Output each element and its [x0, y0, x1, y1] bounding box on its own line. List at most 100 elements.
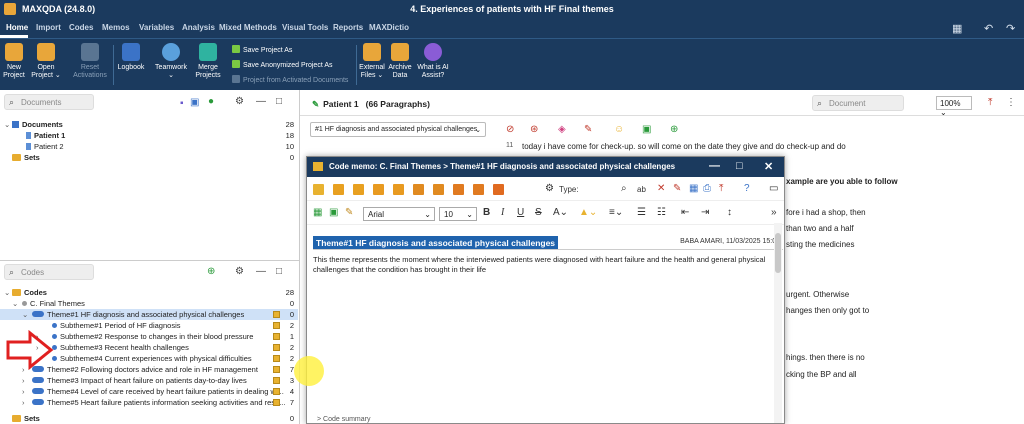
scrollbar-thumb[interactable] — [775, 233, 781, 273]
brush-icon[interactable]: ✎ — [345, 207, 353, 218]
expand-chevron-icon[interactable]: › — [22, 397, 25, 408]
external-files-button[interactable]: External Files ⌄ — [358, 43, 386, 80]
minimize-icon[interactable]: — — [256, 266, 266, 277]
code-with-icon[interactable]: ⊘ — [506, 124, 514, 135]
zoom-select[interactable]: 100% ⌄ — [936, 96, 972, 117]
tree-row-codes[interactable]: ⌄ Codes 28 — [0, 287, 298, 298]
memo-icon[interactable] — [273, 399, 280, 406]
memo-type-icon[interactable] — [413, 184, 424, 195]
archive-data-button[interactable]: Archive Data — [388, 43, 412, 80]
memo-icon[interactable] — [273, 388, 280, 395]
color-code-icon[interactable]: ⊛ — [530, 124, 538, 135]
merge-projects-button[interactable]: Merge Projects — [194, 43, 222, 80]
memo-type-icon[interactable] — [493, 184, 504, 195]
tree-row-theme-1[interactable]: ⌄ Theme#1 HF diagnosis and associated ph… — [0, 309, 298, 320]
tab-codes[interactable]: Codes — [69, 23, 93, 32]
tree-row-documents[interactable]: ⌄ Documents 28 — [0, 119, 298, 130]
tree-row-final-themes[interactable]: ⌄ C. Final Themes 0 — [0, 298, 298, 309]
delete-icon[interactable]: ✕ — [657, 183, 665, 194]
strikethrough-icon[interactable]: S — [535, 207, 542, 218]
memo-icon[interactable] — [273, 322, 280, 329]
pen-icon[interactable]: ✎ — [673, 183, 681, 194]
export-icon[interactable]: ⤒ — [988, 97, 992, 108]
memo-type-icon[interactable] — [473, 184, 484, 195]
gear-icon[interactable]: ⚙ — [545, 183, 554, 194]
color-grid-icon[interactable]: ▦ — [689, 183, 698, 194]
new-code-icon[interactable]: ⊕ — [207, 266, 215, 277]
memo-body-text[interactable]: This theme represents the moment where t… — [313, 255, 775, 275]
link-icon[interactable]: ⊕ — [670, 124, 678, 135]
tree-row-patient-1[interactable]: Patient 1 18 — [0, 130, 298, 141]
gear-icon[interactable]: ⚙ — [235, 96, 244, 107]
tab-maxdictio[interactable]: MAXDictio — [369, 23, 409, 32]
memo-type-icon[interactable] — [333, 184, 344, 195]
edit-pen-icon[interactable]: ✎ — [312, 99, 319, 109]
memo-type-icon[interactable] — [433, 184, 444, 195]
tab-import[interactable]: Import — [36, 23, 61, 32]
open-project-button[interactable]: Open Project ⌄ — [30, 43, 62, 80]
collapse-chevron-icon[interactable]: ⌄ — [4, 287, 10, 298]
memo-title[interactable]: Theme#1 HF diagnosis and associated phys… — [313, 236, 559, 250]
memo-scrollbar[interactable] — [774, 223, 782, 423]
document-search[interactable]: ⌕ Document — [812, 95, 904, 111]
tab-visual-tools[interactable]: Visual Tools — [282, 23, 328, 32]
align-icon[interactable]: ≡⌄ — [609, 207, 623, 218]
font-color-icon[interactable]: A⌄ — [553, 207, 568, 218]
tree-row-code-sets[interactable]: Sets 0 — [0, 413, 298, 424]
highlight-icon[interactable]: ◈ — [558, 124, 566, 135]
bullet-list-icon[interactable]: ☰ — [637, 207, 646, 218]
search-icon[interactable]: ⌕ — [621, 183, 627, 194]
memo-type-icon[interactable] — [353, 184, 364, 195]
numbered-list-icon[interactable]: ☷ — [657, 207, 666, 218]
tree-row-theme-3[interactable]: › Theme#3 Impact of heart failure on pat… — [0, 375, 298, 386]
undo-icon[interactable]: ↶ — [984, 22, 993, 35]
tab-variables[interactable]: Variables — [139, 23, 174, 32]
project-from-activated-button[interactable]: Project from Activated Documents — [232, 75, 348, 84]
expand-chevron-icon[interactable]: › — [22, 386, 25, 397]
underline-icon[interactable]: U — [517, 207, 524, 218]
gear-icon[interactable]: ⚙ — [235, 266, 244, 277]
maximize-icon[interactable]: □ — [276, 96, 282, 107]
line-spacing-icon[interactable]: ↕ — [727, 207, 732, 218]
memo-type-icon[interactable] — [313, 184, 324, 195]
emoticon-icon[interactable]: ☺ — [614, 124, 624, 135]
tab-analysis[interactable]: Analysis — [182, 23, 215, 32]
font-family-select[interactable]: Arial ⌄ — [363, 207, 435, 221]
tab-mixed-methods[interactable]: Mixed Methods — [219, 23, 277, 32]
minimize-icon[interactable]: — — [256, 96, 266, 107]
insert-image-icon[interactable]: ▣ — [329, 207, 338, 218]
logbook-button[interactable]: Logbook — [116, 43, 146, 72]
highlight-color-icon[interactable]: ▲⌄ — [579, 207, 597, 218]
print-icon[interactable]: ⎙ — [703, 183, 711, 194]
code-summary-toggle[interactable]: > Code summary — [317, 416, 371, 423]
new-project-button[interactable]: New Project — [2, 43, 26, 80]
bold-icon[interactable]: B — [483, 207, 490, 218]
export-icon[interactable]: ⤒ — [719, 183, 723, 194]
replace-icon[interactable]: ab — [637, 185, 646, 194]
memo-icon[interactable] — [273, 377, 280, 384]
import-icon[interactable]: ▣ — [190, 97, 199, 108]
minimize-window-icon[interactable]: — — [709, 160, 720, 172]
quick-code-selector[interactable]: #1 HF diagnosis and associated physical … — [310, 122, 486, 137]
pen-icon[interactable]: ✎ — [584, 124, 592, 135]
outdent-icon[interactable]: ⇤ — [681, 207, 689, 218]
calendar-icon[interactable]: ▦ — [313, 207, 322, 218]
memo-type-icon[interactable] — [393, 184, 404, 195]
more-chevron-icon[interactable]: » — [771, 207, 777, 218]
memo-add-icon[interactable]: ▣ — [642, 124, 651, 135]
collapse-chevron-icon[interactable]: ⌄ — [22, 309, 28, 320]
tree-row-theme-5[interactable]: › Theme#5 Heart failure patients informa… — [0, 397, 298, 408]
what-is-ai-assist-button[interactable]: What is AI Assist? — [416, 43, 450, 80]
maximize-window-icon[interactable]: □ — [736, 160, 743, 172]
tab-memos[interactable]: Memos — [102, 23, 130, 32]
more-icon[interactable]: ⋮ — [1006, 97, 1016, 108]
window-icon[interactable]: ▭ — [769, 183, 778, 194]
tab-home[interactable]: Home — [6, 23, 28, 32]
expand-chevron-icon[interactable]: › — [22, 375, 25, 386]
teamwork-button[interactable]: Teamwork ⌄ — [154, 43, 188, 80]
tree-row-patient-2[interactable]: Patient 2 10 — [0, 141, 298, 152]
play-icon[interactable]: ● — [208, 96, 214, 107]
memo-icon[interactable] — [273, 333, 280, 340]
maximize-icon[interactable]: □ — [276, 266, 282, 277]
memo-icon[interactable] — [273, 366, 280, 373]
